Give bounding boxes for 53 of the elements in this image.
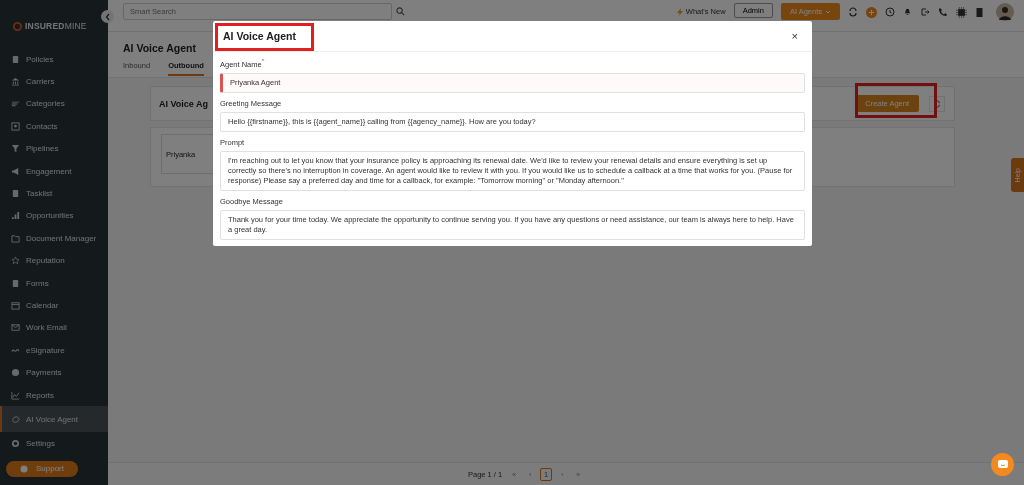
logo-icon	[13, 21, 22, 31]
bar-chart-icon	[11, 211, 20, 221]
sidebar-item[interactable]: AI Voice Agent	[0, 406, 108, 433]
bank-icon	[11, 77, 20, 87]
envelope-icon	[11, 323, 20, 333]
calendar-icon	[11, 301, 20, 310]
sidebar-item[interactable]: Settings	[0, 432, 108, 455]
phone-icon[interactable]	[938, 7, 948, 17]
sidebar-item[interactable]: Categories	[0, 92, 108, 116]
clipboard-icon[interactable]	[975, 7, 984, 17]
sidebar-item[interactable]: Work Email	[0, 316, 108, 340]
sidebar-item[interactable]: Engagement	[0, 159, 108, 183]
sidebar-item[interactable]: Opportunities	[0, 204, 108, 228]
folder-icon	[11, 233, 20, 243]
caret-icon	[825, 9, 831, 14]
close-button[interactable]: ×	[787, 30, 802, 42]
support-icon	[20, 464, 28, 473]
exit-icon[interactable]	[920, 7, 930, 17]
lines-icon	[11, 99, 20, 109]
logo: INSUREDMINE	[25, 21, 87, 31]
chevron-icon	[104, 12, 111, 21]
search-icon[interactable]	[396, 7, 405, 16]
contact-card-icon	[11, 121, 20, 131]
sidebar-item[interactable]: Carriers	[0, 70, 108, 93]
clock-icon[interactable]	[885, 7, 895, 17]
sidebar-item[interactable]: Pipelines	[0, 137, 108, 160]
sidebar-item[interactable]: Policies	[0, 48, 108, 71]
page-title: AI Voice Agent	[123, 42, 196, 54]
settings-icon	[11, 438, 20, 448]
avatar[interactable]	[996, 3, 1014, 21]
sidebar-item[interactable]: Contacts	[0, 115, 108, 138]
funnel-icon	[11, 144, 20, 154]
sidebar-item[interactable]: eSignature	[0, 339, 108, 362]
modal-title: AI Voice Agent	[223, 30, 297, 42]
document-icon	[11, 278, 20, 288]
star-icon	[11, 256, 20, 266]
sidebar-item[interactable]: Reputation	[0, 249, 108, 272]
support-button[interactable]: Support	[6, 460, 78, 477]
chat-button[interactable]	[991, 453, 1014, 476]
chip-icon[interactable]	[956, 7, 967, 18]
sidebar-item[interactable]: Tasklist	[0, 182, 108, 205]
chat-icon	[996, 459, 1009, 470]
document-icon	[11, 54, 20, 64]
line-chart-icon	[11, 390, 20, 400]
card-title: AI Voice Ag	[159, 98, 208, 109]
lightning-icon	[676, 7, 683, 16]
sidebar-item[interactable]: Calendar	[0, 294, 108, 317]
bell-icon[interactable]	[903, 7, 912, 16]
sidebar-item[interactable]: Payments	[0, 361, 108, 384]
document-icon	[11, 189, 20, 199]
megaphone-icon	[11, 166, 20, 176]
sidebar-item[interactable]: Document Manager	[0, 227, 108, 250]
sidebar-item[interactable]: Forms	[0, 271, 108, 295]
